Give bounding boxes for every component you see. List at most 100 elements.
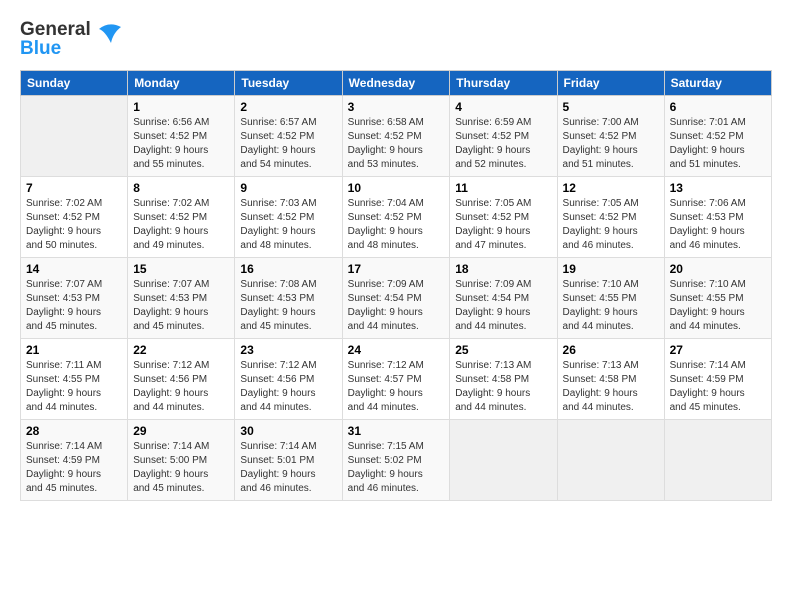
day-cell: 15 Sunrise: 7:07 AM Sunset: 4:53 PM Dayli… [128,258,235,339]
day-info: Sunrise: 7:05 AM Sunset: 4:52 PM Dayligh… [563,197,659,253]
day-cell: 7 Sunrise: 7:02 AM Sunset: 4:52 PM Daylig… [21,177,128,258]
day-info: Sunrise: 7:11 AM Sunset: 4:55 PM Dayligh… [26,359,122,415]
week-row-1: 1Sunrise: 6:56 AM Sunset: 4:52 PM Daylig… [21,96,772,177]
week-row-2: 7 Sunrise: 7:02 AM Sunset: 4:52 PM Daylig… [21,177,772,258]
day-cell [450,420,557,501]
day-info: Sunrise: 7:10 AM Sunset: 4:55 PM Dayligh… [670,278,766,334]
day-number: 11 [455,181,551,195]
day-cell: 17 Sunrise: 7:09 AM Sunset: 4:54 PM Dayli… [342,258,450,339]
header: General Blue [20,20,772,58]
day-cell: 3 Sunrise: 6:58 AM Sunset: 4:52 PM Daylig… [342,96,450,177]
col-friday: Friday [557,71,664,96]
day-cell: 1Sunrise: 6:56 AM Sunset: 4:52 PM Daylig… [128,96,235,177]
day-info: Sunrise: 6:57 AM Sunset: 4:52 PM Dayligh… [240,116,336,172]
col-wednesday: Wednesday [342,71,450,96]
day-cell [664,420,771,501]
day-number: 27 [670,343,766,357]
header-row: Sunday Monday Tuesday Wednesday Thursday… [21,71,772,96]
day-number: 26 [563,343,659,357]
day-number: 28 [26,424,122,438]
day-cell: 29 Sunrise: 7:14 AM Sunset: 5:00 PM Dayli… [128,420,235,501]
day-info: Sunrise: 7:08 AM Sunset: 4:53 PM Dayligh… [240,278,336,334]
day-cell: 16 Sunrise: 7:08 AM Sunset: 4:53 PM Dayli… [235,258,342,339]
day-number: 18 [455,262,551,276]
day-number: 14 [26,262,122,276]
day-info: Sunrise: 7:12 AM Sunset: 4:56 PM Dayligh… [133,359,229,415]
day-cell: 27 Sunrise: 7:14 AM Sunset: 4:59 PM Dayli… [664,339,771,420]
day-number: 2 [240,100,336,114]
day-cell: 13 Sunrise: 7:06 AM Sunset: 4:53 PM Dayli… [664,177,771,258]
calendar-body: 1Sunrise: 6:56 AM Sunset: 4:52 PM Daylig… [21,96,772,501]
day-number: 4 [455,100,551,114]
day-number: 6 [670,100,766,114]
day-info: Sunrise: 7:01 AM Sunset: 4:52 PM Dayligh… [670,116,766,172]
day-cell: 30 Sunrise: 7:14 AM Sunset: 5:01 PM Dayli… [235,420,342,501]
day-number: 10 [348,181,445,195]
day-number: 3 [348,100,445,114]
day-info: Sunrise: 6:58 AM Sunset: 4:52 PM Dayligh… [348,116,445,172]
day-info: Sunrise: 7:02 AM Sunset: 4:52 PM Dayligh… [26,197,122,253]
day-number: 5 [563,100,659,114]
day-cell: 28 Sunrise: 7:14 AM Sunset: 4:59 PM Dayli… [21,420,128,501]
day-number: 30 [240,424,336,438]
day-info: Sunrise: 6:59 AM Sunset: 4:52 PM Dayligh… [455,116,551,172]
day-number: 15 [133,262,229,276]
day-cell: 4 Sunrise: 6:59 AM Sunset: 4:52 PM Daylig… [450,96,557,177]
day-cell: 25 Sunrise: 7:13 AM Sunset: 4:58 PM Dayli… [450,339,557,420]
day-info: Sunrise: 7:00 AM Sunset: 4:52 PM Dayligh… [563,116,659,172]
day-info: Sunrise: 7:02 AM Sunset: 4:52 PM Dayligh… [133,197,229,253]
day-cell: 9 Sunrise: 7:03 AM Sunset: 4:52 PM Daylig… [235,177,342,258]
day-number: 9 [240,181,336,195]
week-row-4: 21 Sunrise: 7:11 AM Sunset: 4:55 PM Dayli… [21,339,772,420]
day-info: Sunrise: 7:07 AM Sunset: 4:53 PM Dayligh… [26,278,122,334]
day-info: Sunrise: 7:14 AM Sunset: 5:01 PM Dayligh… [240,440,336,496]
day-number: 8 [133,181,229,195]
day-number: 29 [133,424,229,438]
day-info: Sunrise: 7:13 AM Sunset: 4:58 PM Dayligh… [563,359,659,415]
day-info: Sunrise: 7:14 AM Sunset: 4:59 PM Dayligh… [26,440,122,496]
day-number: 17 [348,262,445,276]
calendar-container: General Blue Sunday Monday Tuesday Wedne… [0,0,792,511]
logo: General Blue [20,20,123,58]
day-info: Sunrise: 7:09 AM Sunset: 4:54 PM Dayligh… [348,278,445,334]
day-info: Sunrise: 7:06 AM Sunset: 4:53 PM Dayligh… [670,197,766,253]
day-cell: 10 Sunrise: 7:04 AM Sunset: 4:52 PM Dayli… [342,177,450,258]
col-monday: Monday [128,71,235,96]
day-info: Sunrise: 7:03 AM Sunset: 4:52 PM Dayligh… [240,197,336,253]
day-cell: 23 Sunrise: 7:12 AM Sunset: 4:56 PM Dayli… [235,339,342,420]
week-row-5: 28 Sunrise: 7:14 AM Sunset: 4:59 PM Dayli… [21,420,772,501]
day-cell: 24 Sunrise: 7:12 AM Sunset: 4:57 PM Dayli… [342,339,450,420]
day-info: Sunrise: 7:07 AM Sunset: 4:53 PM Dayligh… [133,278,229,334]
day-cell: 22 Sunrise: 7:12 AM Sunset: 4:56 PM Dayli… [128,339,235,420]
day-info: Sunrise: 7:10 AM Sunset: 4:55 PM Dayligh… [563,278,659,334]
day-number: 24 [348,343,445,357]
col-saturday: Saturday [664,71,771,96]
day-cell: 11Sunrise: 7:05 AM Sunset: 4:52 PM Dayli… [450,177,557,258]
col-sunday: Sunday [21,71,128,96]
day-number: 23 [240,343,336,357]
day-number: 7 [26,181,122,195]
day-info: Sunrise: 7:14 AM Sunset: 4:59 PM Dayligh… [670,359,766,415]
day-info: Sunrise: 7:12 AM Sunset: 4:57 PM Dayligh… [348,359,445,415]
day-number: 25 [455,343,551,357]
day-info: Sunrise: 7:13 AM Sunset: 4:58 PM Dayligh… [455,359,551,415]
col-tuesday: Tuesday [235,71,342,96]
day-info: Sunrise: 6:56 AM Sunset: 4:52 PM Dayligh… [133,116,229,172]
day-number: 19 [563,262,659,276]
day-number: 20 [670,262,766,276]
day-number: 13 [670,181,766,195]
day-cell: 19 Sunrise: 7:10 AM Sunset: 4:55 PM Dayli… [557,258,664,339]
day-cell: 26 Sunrise: 7:13 AM Sunset: 4:58 PM Dayli… [557,339,664,420]
day-cell: 14 Sunrise: 7:07 AM Sunset: 4:53 PM Dayli… [21,258,128,339]
day-cell [21,96,128,177]
day-number: 16 [240,262,336,276]
day-cell: 8 Sunrise: 7:02 AM Sunset: 4:52 PM Daylig… [128,177,235,258]
day-number: 21 [26,343,122,357]
day-cell: 5 Sunrise: 7:00 AM Sunset: 4:52 PM Daylig… [557,96,664,177]
day-cell: 21 Sunrise: 7:11 AM Sunset: 4:55 PM Dayli… [21,339,128,420]
day-info: Sunrise: 7:12 AM Sunset: 4:56 PM Dayligh… [240,359,336,415]
day-info: Sunrise: 7:14 AM Sunset: 5:00 PM Dayligh… [133,440,229,496]
day-number: 22 [133,343,229,357]
day-info: Sunrise: 7:04 AM Sunset: 4:52 PM Dayligh… [348,197,445,253]
day-number: 31 [348,424,445,438]
